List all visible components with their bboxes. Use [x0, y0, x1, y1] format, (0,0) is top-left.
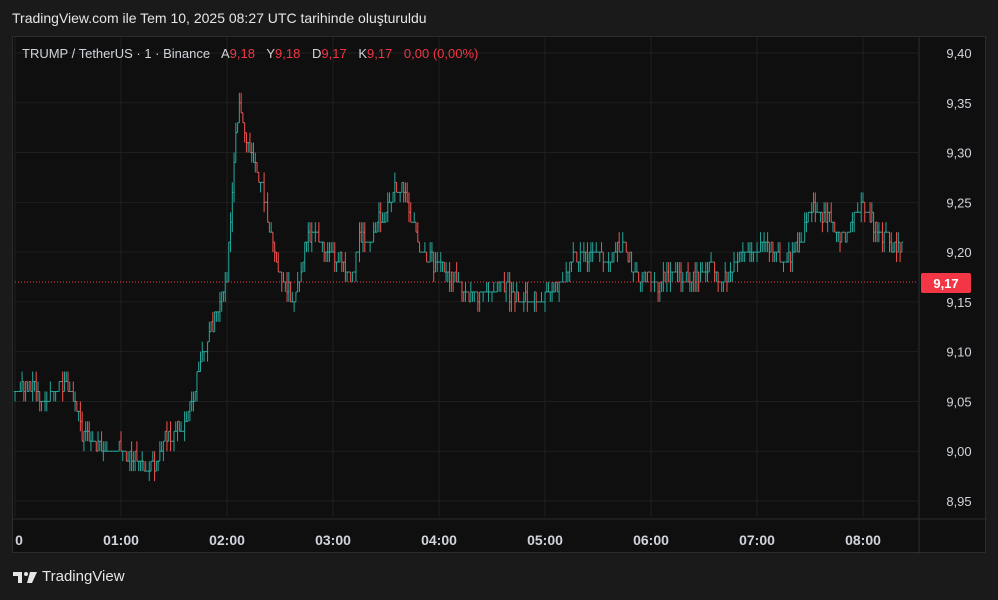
tradingview-logo-icon — [13, 571, 37, 583]
legend-low-label: D — [311, 46, 322, 61]
legend-high-value: 9,18 — [275, 46, 301, 61]
legend-close-label: K — [358, 46, 367, 61]
y-tick-label: 9,00 — [946, 444, 971, 459]
y-tick-label: 9,35 — [946, 96, 971, 111]
y-tick-label: 9,25 — [946, 195, 971, 210]
x-tick-label: 05:00 — [527, 532, 563, 548]
x-tick-label: 03:00 — [315, 532, 351, 548]
chart-frame: 8,95 9,00 9,05 9,10 9,15 9,20 9,25 9,30 9,35 9,40… — [12, 36, 987, 554]
y-tick-label: 9,15 — [946, 295, 971, 310]
legend-high-label: Y — [266, 46, 276, 61]
y-tick-label: 9,20 — [946, 245, 971, 260]
x-tick-label: 08:00 — [845, 532, 881, 548]
x-tick-label: 06:00 — [633, 532, 669, 548]
x-tick-label: 04:00 — [421, 532, 457, 548]
x-tick-label: 01:00 — [103, 532, 139, 548]
brand-footer[interactable]: TradingView — [12, 568, 125, 585]
legend-symbol: TRUMP / TetherUS · 1 · Binance — [22, 46, 211, 61]
legend-change: 0,00 (0,00%) — [403, 46, 479, 61]
y-tick-label: 8,95 — [946, 494, 971, 509]
last-price-tag: 9,17 — [921, 273, 971, 293]
legend-low-value: 9,17 — [321, 46, 347, 61]
y-tick-label: 9,05 — [946, 394, 971, 409]
legend-open-value: 9,18 — [229, 46, 255, 61]
legend-open-label: A — [221, 46, 230, 61]
x-tick-label: 02:00 — [209, 532, 245, 548]
brand-name: TradingView — [42, 568, 125, 585]
chart-title: TradingView.com ile Tem 10, 2025 08:27 U… — [12, 10, 427, 26]
x-tick-label: 07:00 — [739, 532, 775, 548]
y-tick-label: 9,40 — [946, 46, 971, 61]
ohlc-chart[interactable]: 8,95 9,00 9,05 9,10 9,15 9,20 9,25 9,30 9,35 9,40… — [13, 37, 987, 554]
y-tick-label: 9,10 — [946, 345, 971, 360]
x-tick-label: 0 — [15, 532, 23, 548]
y-tick-label: 9,30 — [946, 146, 971, 161]
legend: TRUMP / TetherUS · 1 · Binance A9,18 Y9,… — [22, 46, 478, 61]
legend-close-value: 9,17 — [366, 46, 393, 61]
